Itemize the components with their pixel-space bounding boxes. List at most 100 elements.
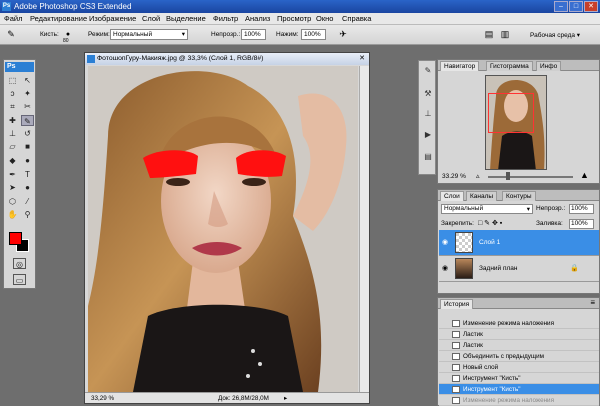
menu-file[interactable]: Файл: [4, 14, 22, 23]
magic-wand-tool-icon[interactable]: ✦: [21, 88, 34, 99]
layer-row[interactable]: ◉ Слой 1: [439, 230, 599, 256]
gradient-tool-icon[interactable]: ■: [21, 141, 34, 152]
zoom-slider[interactable]: [488, 176, 573, 178]
navigator-zoom[interactable]: 33.29 %: [442, 173, 466, 180]
brush-tool-icon[interactable]: ✎: [21, 115, 34, 126]
navigator-tab-row: Навигатор Гистограмма Инфо: [438, 60, 599, 71]
opacity-input[interactable]: 100%: [241, 29, 266, 40]
zoom-out-icon[interactable]: ▵: [476, 172, 480, 180]
maximize-button[interactable]: □: [569, 1, 583, 12]
tab-histogram[interactable]: Гистограмма: [486, 61, 533, 71]
menu-image[interactable]: Изображение: [89, 14, 136, 23]
history-item[interactable]: Объединить с предыдущим: [439, 351, 599, 362]
brush-size: 80: [63, 38, 69, 44]
zoom-readout[interactable]: 33,29 %: [91, 393, 114, 404]
tab-channels[interactable]: Каналы: [466, 191, 498, 201]
layer-row[interactable]: ◉ Задний план 🔒: [439, 256, 599, 282]
tab-navigator[interactable]: Навигатор: [440, 61, 480, 71]
zoom-in-icon[interactable]: ▲: [580, 170, 589, 180]
tool-presets-panel-icon[interactable]: ⚒: [422, 88, 434, 100]
tab-layers[interactable]: Слои: [440, 191, 464, 201]
eye-icon[interactable]: ◉: [442, 264, 450, 272]
panel-menu-icon[interactable]: ≡: [590, 298, 595, 307]
clone-source-panel-icon[interactable]: ⊥: [422, 108, 434, 120]
mode-label: Режим:: [88, 31, 110, 38]
eyedropper-tool-icon[interactable]: ⁄: [21, 196, 34, 207]
notes-panel-icon[interactable]: ▤: [422, 151, 434, 163]
clone-stamp-tool-icon[interactable]: ⊥: [6, 128, 19, 139]
vertical-scrollbar[interactable]: [359, 66, 369, 392]
history-item[interactable]: Новый слой: [439, 362, 599, 373]
eraser-tool-icon[interactable]: ▱: [6, 141, 19, 152]
lasso-tool-icon[interactable]: ↄ: [6, 88, 19, 99]
brush-tool-preset-icon[interactable]: ✎: [5, 28, 17, 41]
history-brush-tool-icon[interactable]: ↺: [21, 128, 34, 139]
mode-select[interactable]: Нормальный ▾: [110, 29, 188, 40]
history-state-icon: [452, 320, 460, 327]
actions-panel-icon[interactable]: ▶: [422, 129, 434, 141]
tab-info[interactable]: Инфо: [536, 61, 562, 71]
document-title-bar[interactable]: ФотошопГуру-Макияж.jpg @ 33,3% (Слой 1, …: [85, 53, 369, 65]
tab-paths[interactable]: Контуры: [502, 191, 536, 201]
menu-window[interactable]: Окно: [316, 14, 333, 23]
portrait-photo: [88, 66, 358, 392]
menu-help[interactable]: Справка: [342, 14, 371, 23]
menu-bar: Файл Редактирование Изображение Слой Выд…: [0, 13, 600, 25]
tab-history[interactable]: История: [440, 299, 474, 309]
dodge-tool-icon[interactable]: ●: [21, 155, 34, 166]
history-item-label: Ластик: [463, 331, 483, 338]
layer-opacity-input[interactable]: 100%: [569, 204, 594, 214]
blend-mode-select[interactable]: Нормальный ▾: [441, 204, 533, 214]
minimize-button[interactable]: –: [554, 1, 568, 12]
type-tool-icon[interactable]: T: [21, 169, 34, 180]
history-item[interactable]: Ластик: [439, 329, 599, 340]
mode-value: Нормальный: [113, 31, 153, 38]
status-menu-arrow-icon[interactable]: ▸: [284, 393, 287, 404]
eye-icon[interactable]: ◉: [442, 238, 450, 246]
tool-presets-icon[interactable]: ▥: [499, 28, 511, 41]
path-selection-tool-icon[interactable]: ➤: [6, 182, 19, 193]
crop-tool-icon[interactable]: ⌗: [6, 101, 19, 112]
blur-tool-icon[interactable]: ◆: [6, 155, 19, 166]
menu-view[interactable]: Просмотр: [277, 14, 311, 23]
history-state-icon: [452, 364, 460, 371]
menu-edit[interactable]: Редактирование: [30, 14, 87, 23]
menu-filter[interactable]: Фильтр: [213, 14, 238, 23]
shape-tool-icon[interactable]: ●: [21, 182, 34, 193]
lock-icons[interactable]: □ ✎ ✥ ▪: [478, 219, 502, 227]
document-icon: [87, 55, 95, 63]
menu-select[interactable]: Выделение: [166, 14, 206, 23]
hand-tool-icon[interactable]: ✋: [6, 209, 19, 220]
pen-tool-icon[interactable]: ✒: [6, 169, 19, 180]
menu-layer[interactable]: Слой: [142, 14, 160, 23]
foreground-color-swatch[interactable]: [9, 232, 22, 245]
zoom-tool-icon[interactable]: ⚲: [21, 209, 34, 220]
quick-mask-icon[interactable]: ◎: [13, 258, 26, 269]
healing-brush-tool-icon[interactable]: ✚: [6, 115, 19, 126]
close-button[interactable]: ✕: [584, 1, 598, 12]
history-item[interactable]: Изменение режима наложения: [439, 395, 599, 406]
history-item[interactable]: Инструмент "Кисть": [439, 373, 599, 384]
marquee-tool-icon[interactable]: ⬚: [6, 75, 19, 86]
brushes-panel-icon[interactable]: ✎: [422, 65, 434, 77]
menu-analysis[interactable]: Анализ: [245, 14, 270, 23]
move-tool-icon[interactable]: ↖: [21, 75, 34, 86]
history-item[interactable]: Ластик: [439, 340, 599, 351]
chevron-down-icon: ▾: [526, 206, 530, 213]
document-title: ФотошопГуру-Макияж.jpg @ 33,3% (Слой 1, …: [97, 55, 264, 62]
layer-thumbnail: [455, 258, 473, 279]
history-item[interactable]: Изменение режима наложения: [439, 318, 599, 329]
fill-input[interactable]: 100%: [569, 219, 594, 229]
zoom-slider-handle[interactable]: [506, 172, 510, 180]
airbrush-icon[interactable]: ✈: [337, 28, 349, 41]
navigator-view-box[interactable]: [488, 93, 534, 133]
brushes-palette-icon[interactable]: ▤: [483, 28, 495, 41]
slice-tool-icon[interactable]: ✂: [21, 101, 34, 112]
flow-input[interactable]: 100%: [301, 29, 326, 40]
image-canvas[interactable]: [88, 66, 358, 392]
screen-mode-icon[interactable]: ▭: [13, 274, 26, 285]
3d-tool-icon[interactable]: ⬡: [6, 196, 19, 207]
document-close-button[interactable]: ✕: [357, 54, 367, 64]
history-item-selected[interactable]: Инструмент "Кисть": [439, 384, 599, 395]
workspace-button[interactable]: Рабочая среда ▾: [530, 31, 580, 39]
